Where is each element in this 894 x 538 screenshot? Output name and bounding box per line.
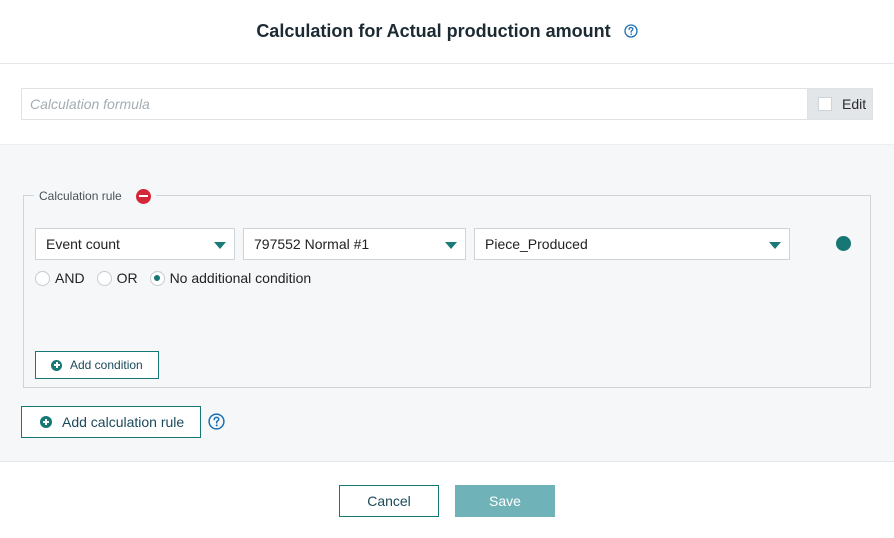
plus-circle-icon [40,416,52,428]
condition-radio-group: AND OR No additional condition [35,269,323,287]
chevron-down-icon [769,242,781,249]
machine-select[interactable]: 797552 Normal #1 [243,228,466,260]
calculation-formula-input[interactable] [21,88,807,120]
add-row-plus-icon[interactable] [836,236,851,251]
radio-and-label: AND [55,270,85,286]
machine-select-value: 797552 Normal #1 [254,236,370,252]
cancel-button[interactable]: Cancel [339,485,439,517]
edit-checkbox[interactable] [818,97,832,111]
radio-or[interactable]: OR [96,270,138,286]
calculation-rule-legend: Calculation rule [34,188,156,204]
calculation-rule-box: Calculation rule Event count 797552 Norm… [23,188,871,388]
add-condition-label: Add condition [70,358,143,372]
plus-circle-icon [51,359,62,371]
event-select[interactable]: Piece_Produced [474,228,790,260]
dialog-title-row: Calculation for Actual production amount [0,21,894,43]
dialog-title: Calculation for Actual production amount [256,21,611,41]
radio-and[interactable]: AND [35,270,85,286]
edit-formula-toggle[interactable]: Edit [807,88,873,120]
calculation-rule-label: Calculation rule [39,189,122,203]
save-button[interactable]: Save [455,485,555,517]
event-select-value: Piece_Produced [485,236,588,252]
title-help-icon[interactable] [624,22,638,43]
aggregation-select-value: Event count [46,236,120,252]
chevron-down-icon [214,242,226,249]
dialog-footer: Cancel Save [0,463,894,538]
add-calculation-rule-button[interactable]: Add calculation rule [21,406,201,438]
radio-no-additional-condition[interactable]: No additional condition [149,270,312,286]
radio-no-additional-condition-label: No additional condition [169,270,312,286]
add-calculation-rule-label: Add calculation rule [62,414,185,430]
radio-or-label: OR [116,270,138,286]
radio-no-additional-condition-circle[interactable] [149,270,165,286]
remove-rule-icon[interactable] [135,188,151,204]
aggregation-select[interactable]: Event count [35,228,235,260]
formula-row: Edit [21,88,873,120]
dialog-header: Calculation for Actual production amount [0,0,894,64]
chevron-down-icon [445,242,457,249]
rule-help-icon[interactable] [208,413,225,435]
edit-label: Edit [842,96,867,112]
radio-or-circle[interactable] [96,270,112,286]
add-condition-button[interactable]: Add condition [35,351,159,379]
rules-panel: Calculation rule Event count 797552 Norm… [0,144,894,462]
radio-and-circle[interactable] [35,270,50,286]
